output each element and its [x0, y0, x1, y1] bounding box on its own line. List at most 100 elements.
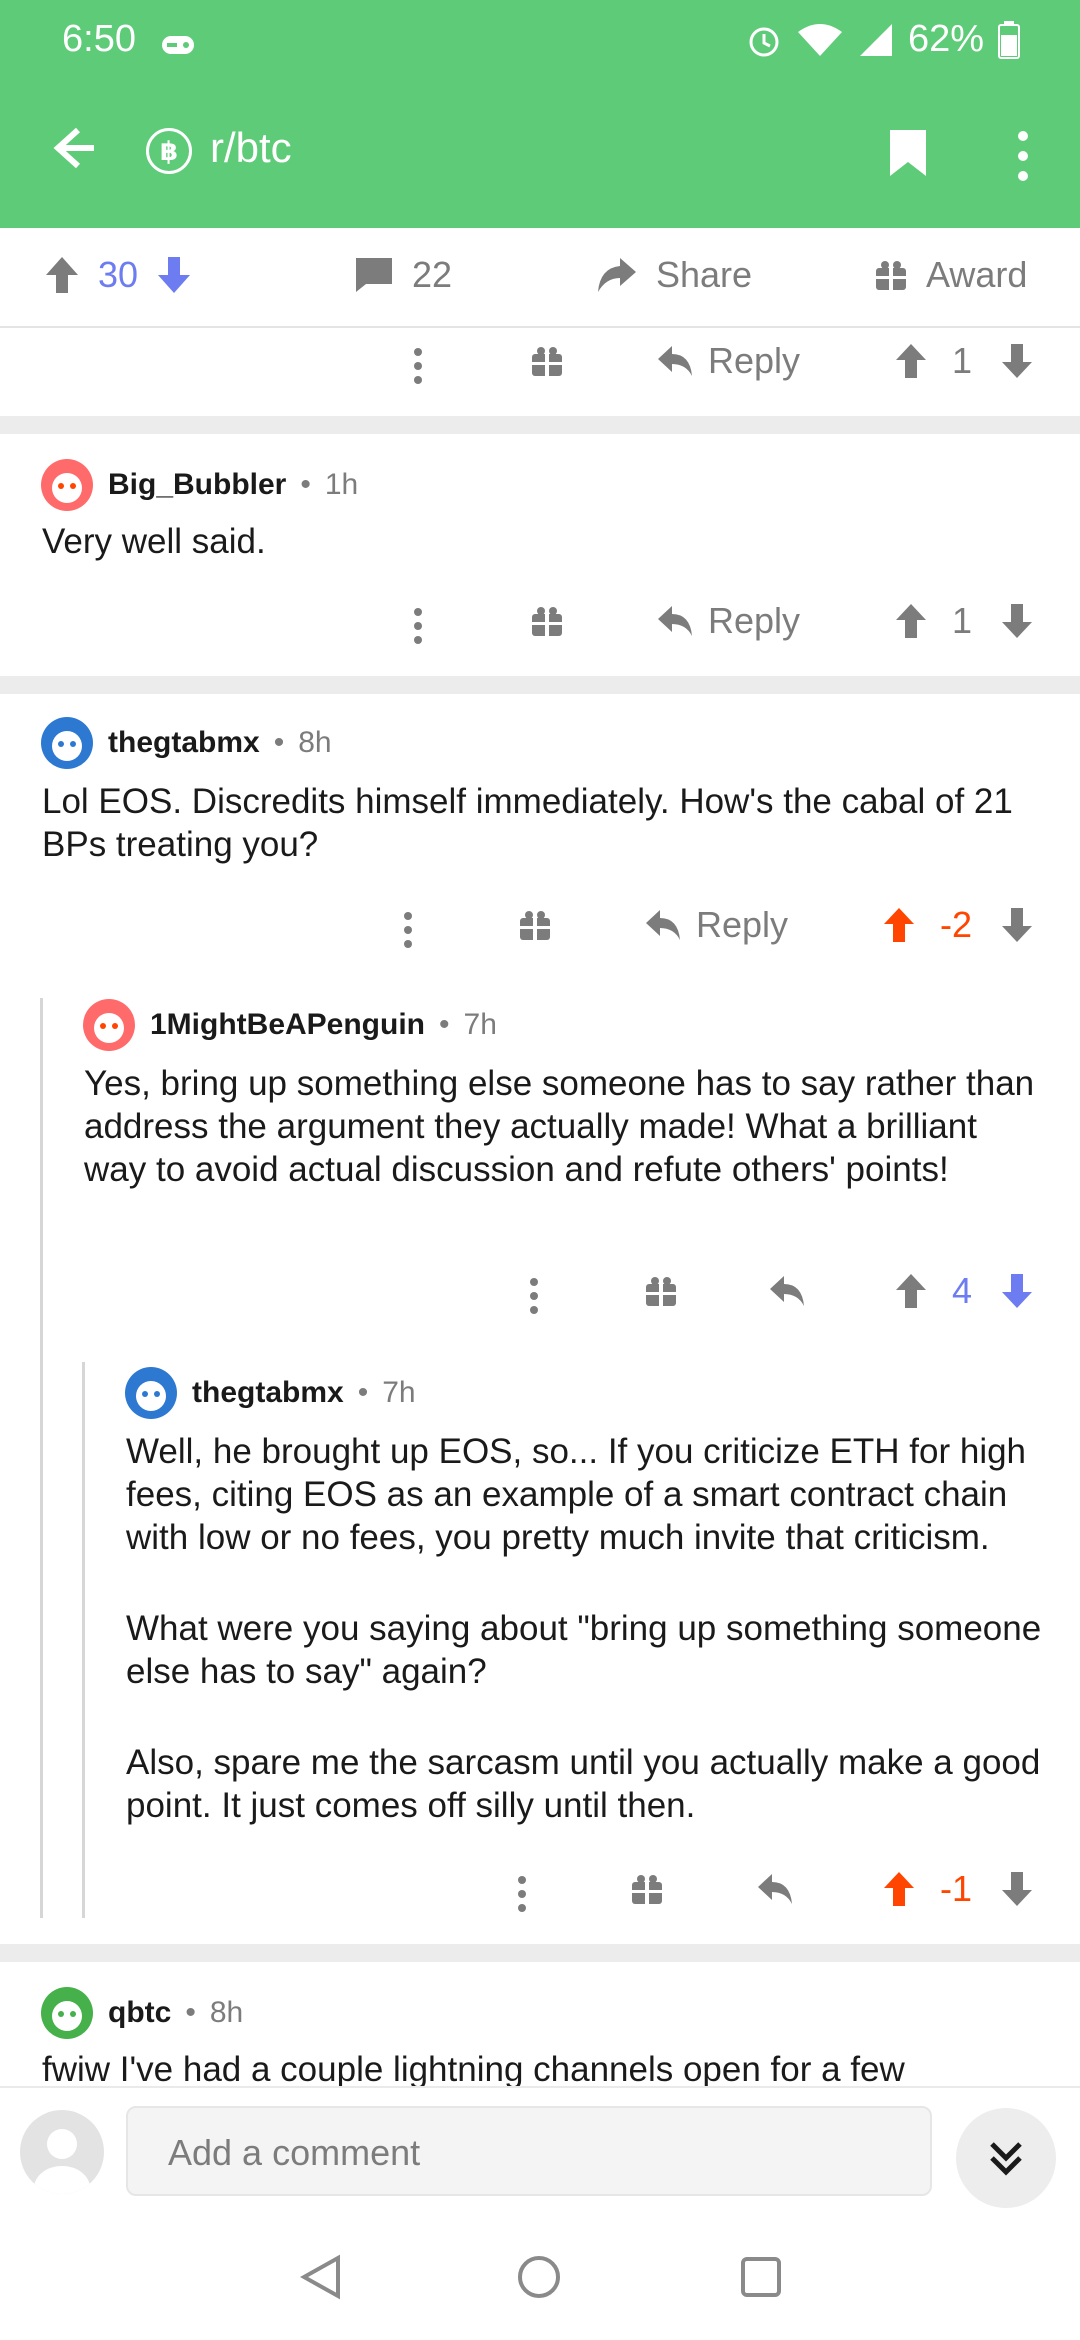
- comment-header: Big_Bubbler • 1h: [40, 458, 358, 512]
- comment-time: 8h: [298, 726, 332, 759]
- comment-body: Lol EOS. Discredits himself immediately.…: [42, 782, 1013, 864]
- avatar[interactable]: [40, 1986, 94, 2040]
- comment-score: 4: [952, 1270, 973, 1311]
- avatar[interactable]: [82, 998, 136, 1052]
- gift-icon[interactable]: [530, 604, 564, 638]
- subreddit-name[interactable]: r/btc: [210, 124, 292, 172]
- reply-icon: [658, 606, 692, 636]
- award-button[interactable]: Award: [874, 254, 1027, 296]
- bookmark-icon[interactable]: [888, 128, 928, 178]
- comment-actions: Reply 1: [0, 334, 1080, 394]
- comment-score: -1: [940, 1868, 973, 1909]
- downvote-icon[interactable]: [1000, 1272, 1034, 1310]
- battery-icon: [998, 20, 1020, 59]
- more-options-icon[interactable]: [1010, 128, 1036, 184]
- comment-actions: 4: [0, 1264, 1080, 1324]
- reply-button[interactable]: Reply: [644, 904, 788, 946]
- gift-icon: [876, 261, 906, 290]
- thread-line[interactable]: [40, 998, 43, 1918]
- comment-body: fwiw I've had a couple lightning channel…: [42, 2050, 905, 2089]
- post-vote: 30: [44, 254, 192, 296]
- comment-more-icon[interactable]: [412, 606, 424, 646]
- upvote-icon[interactable]: [44, 255, 80, 295]
- comment-more-icon[interactable]: [412, 346, 424, 386]
- upvote-icon[interactable]: [882, 1870, 916, 1908]
- comment-more-icon[interactable]: [402, 910, 414, 950]
- comment-actions: Reply -2: [0, 898, 1080, 958]
- comment-author[interactable]: Big_Bubbler: [108, 468, 286, 502]
- comment-author[interactable]: qbtc: [108, 1996, 171, 2030]
- comment-score: 1: [952, 340, 973, 381]
- nav-back-icon[interactable]: [300, 2254, 342, 2300]
- upvote-icon[interactable]: [894, 602, 928, 640]
- avatar[interactable]: [40, 716, 94, 770]
- downvote-icon[interactable]: [1000, 602, 1034, 640]
- reply-icon[interactable]: [768, 1274, 806, 1308]
- chevron-double-down-icon: [990, 2142, 1022, 2176]
- comment-input[interactable]: Add a comment: [126, 2106, 932, 2196]
- thread-line[interactable]: [82, 1362, 85, 1918]
- reply-icon: [646, 910, 680, 940]
- comment-score: 1: [952, 600, 973, 641]
- comment-paragraph: Also, spare me the sarcasm until you act…: [126, 1743, 1041, 1825]
- user-avatar-icon: [34, 2129, 90, 2194]
- wifi-icon: [797, 23, 842, 56]
- avatar[interactable]: [40, 458, 94, 512]
- system-nav-bar: [0, 2210, 1080, 2340]
- comment-header: qbtc • 8h: [40, 1986, 243, 2040]
- upvote-icon[interactable]: [894, 1272, 928, 1310]
- comment-body: Very well said.: [42, 522, 266, 561]
- comment-paragraph: Well, he brought up EOS, so... If you cr…: [126, 1432, 1027, 1557]
- reply-label: Reply: [708, 600, 801, 641]
- comment-time: 7h: [463, 1008, 497, 1041]
- downvote-icon[interactable]: [1000, 1870, 1034, 1908]
- nav-recents-icon[interactable]: [740, 2256, 782, 2298]
- reply-icon[interactable]: [756, 1872, 794, 1906]
- reply-label: Reply: [708, 340, 801, 381]
- reply-button[interactable]: Reply: [656, 600, 800, 642]
- comment-author[interactable]: thegtabmx: [192, 1376, 344, 1410]
- comment-header: 1MightBeAPenguin • 7h: [82, 998, 497, 1052]
- downvote-icon[interactable]: [1000, 342, 1034, 380]
- downvote-icon[interactable]: [156, 255, 192, 295]
- reply-label: Reply: [696, 904, 789, 945]
- signal-icon: [859, 23, 892, 56]
- game-controller-icon: [162, 36, 194, 54]
- comment-time: 1h: [324, 468, 359, 501]
- post-action-bar: 30 22 Share Award: [0, 228, 1080, 328]
- status-time: 6:50: [62, 18, 136, 60]
- comment-actions: Reply 1: [0, 594, 1080, 654]
- comment-author[interactable]: thegtabmx: [108, 726, 260, 760]
- comment-time: 8h: [209, 1996, 244, 2029]
- nav-home-icon[interactable]: [516, 2254, 562, 2300]
- alarm-icon: [749, 27, 779, 56]
- comment-time: 7h: [382, 1376, 416, 1409]
- collapse-thread-button[interactable]: [956, 2108, 1056, 2208]
- comment-header: thegtabmx • 8h: [40, 716, 332, 770]
- avatar[interactable]: [124, 1366, 178, 1420]
- back-arrow-icon[interactable]: [48, 122, 100, 174]
- comment-more-icon[interactable]: [528, 1276, 540, 1316]
- gift-icon[interactable]: [644, 1274, 678, 1308]
- comment-author[interactable]: 1MightBeAPenguin: [150, 1008, 425, 1042]
- upvote-icon[interactable]: [894, 342, 928, 380]
- user-avatar[interactable]: [20, 2110, 104, 2194]
- reply-button[interactable]: Reply: [656, 340, 800, 382]
- downvote-icon[interactable]: [1000, 906, 1034, 944]
- gift-icon[interactable]: [630, 1872, 664, 1906]
- comment-score: -2: [940, 904, 973, 945]
- gift-icon[interactable]: [518, 908, 552, 942]
- share-label: Share: [656, 254, 753, 295]
- upvote-icon[interactable]: [882, 906, 916, 944]
- battery-percent: 62%: [907, 18, 984, 60]
- share-icon: [598, 258, 636, 292]
- bitcoin-icon: ฿: [146, 128, 192, 174]
- share-button[interactable]: Share: [596, 254, 752, 296]
- comment-more-icon[interactable]: [516, 1874, 528, 1914]
- gift-icon[interactable]: [530, 344, 564, 378]
- reply-icon: [658, 346, 692, 376]
- status-bar: 6:50 62%: [0, 0, 1080, 82]
- comments-count-button[interactable]: 22: [354, 254, 452, 296]
- toolbar: ฿ r/btc: [0, 100, 1080, 210]
- comment-paragraph: What were you saying about "bring up som…: [126, 1609, 1042, 1691]
